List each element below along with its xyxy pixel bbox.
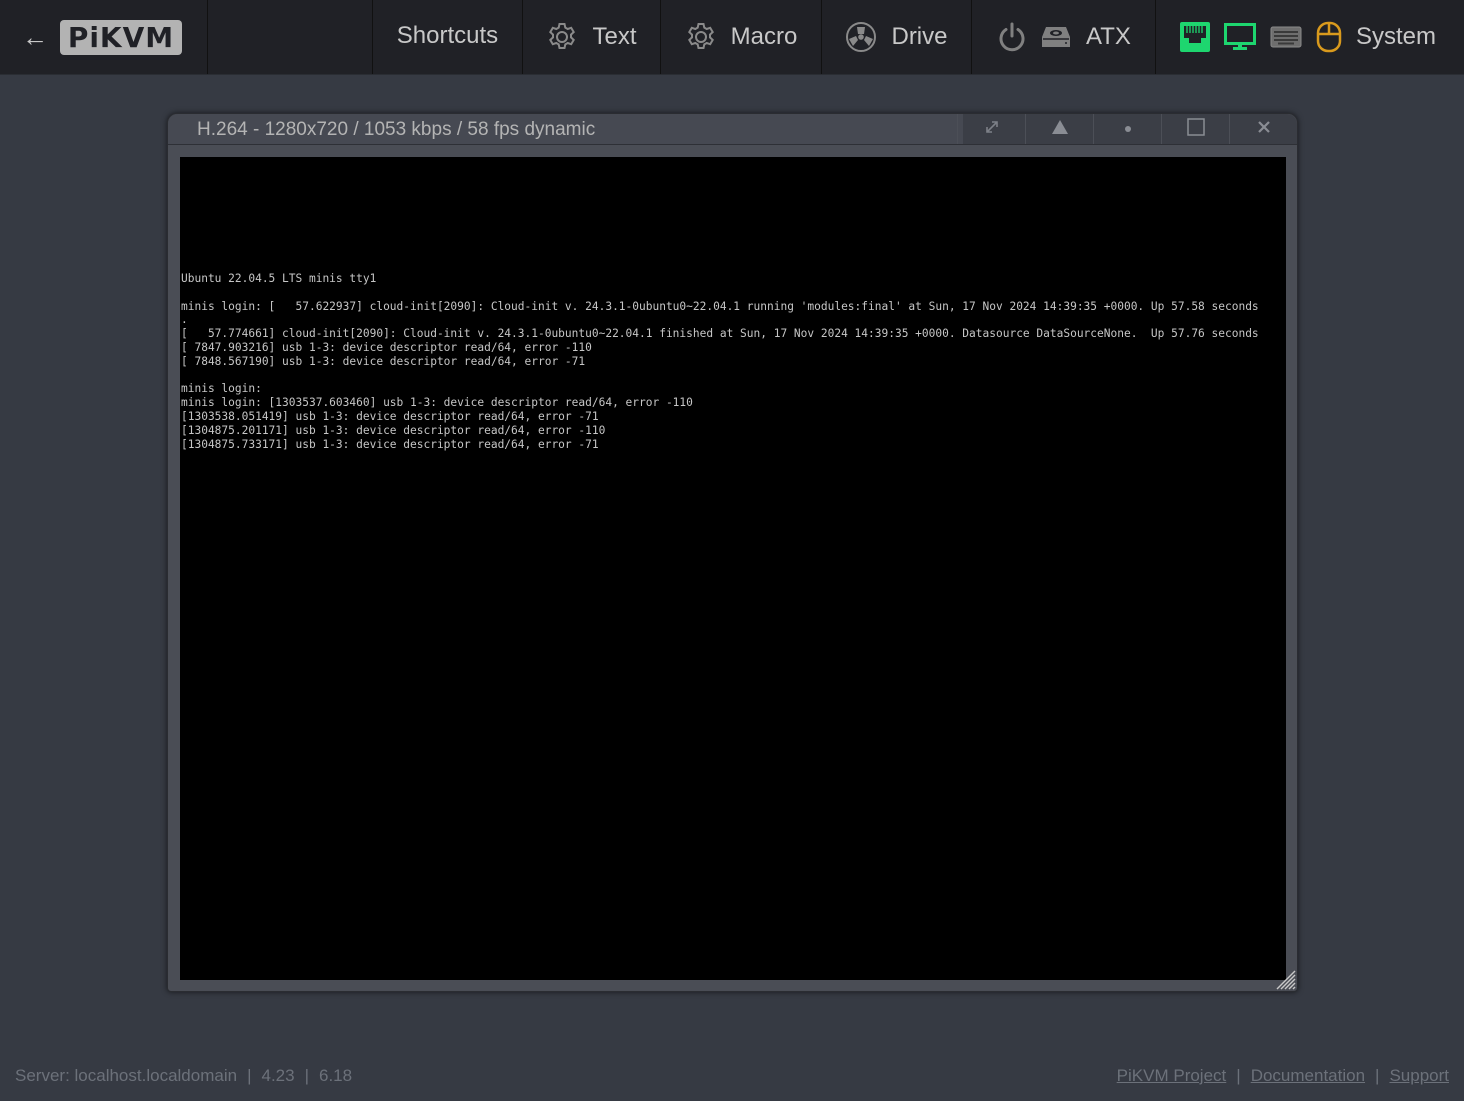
dot-icon <box>1124 120 1132 138</box>
nav-text[interactable]: Text <box>523 0 661 74</box>
drive-icon <box>845 21 877 53</box>
footer-server-info: Server: localhost.localdomain | 4.23 | 6.18 <box>15 1066 352 1086</box>
server-name: Server: localhost.localdomain <box>15 1066 238 1085</box>
console-line: [1304875.201171] usb 1-3: device descrip… <box>181 423 606 437</box>
nav-drive[interactable]: Drive <box>822 0 972 74</box>
resize-handle[interactable] <box>1274 968 1296 990</box>
logo-text: PiKVM <box>67 20 175 54</box>
keyboard-icon <box>1270 26 1302 48</box>
full-tab-button[interactable] <box>957 114 1025 144</box>
logo-area[interactable]: ← PiKVM <box>0 0 208 74</box>
version-kvmd: 4.23 <box>261 1066 295 1085</box>
nav-atx-label: ATX <box>1086 23 1131 50</box>
console-line: [ 57.774661] cloud-init[2090]: Cloud-ini… <box>181 327 1259 341</box>
triangle-icon <box>1051 119 1069 140</box>
nav-macro-label: Macro <box>730 23 798 50</box>
console-line: [ 7847.903216] usb 1-3: device descripto… <box>181 340 592 354</box>
nav-system[interactable]: System <box>1156 0 1464 74</box>
nav-text-label: Text <box>592 23 637 50</box>
console-line: Ubuntu 22.04.5 LTS minis tty1 <box>181 272 377 285</box>
console-line: [1304875.733171] usb 1-3: device descrip… <box>181 437 599 451</box>
close-icon <box>1257 120 1270 138</box>
version-streamer: 6.18 <box>319 1066 353 1085</box>
nav-shortcuts[interactable]: Shortcuts <box>373 0 523 74</box>
screenshot-button[interactable] <box>1093 114 1161 144</box>
console-output: Ubuntu 22.04.5 LTS minis tty1 minis logi… <box>181 272 1259 451</box>
maximize-button[interactable] <box>1161 114 1229 144</box>
console-line: . <box>181 313 188 327</box>
separator: | <box>1375 1066 1380 1085</box>
pikvm-project-link[interactable]: PiKVM Project <box>1117 1066 1227 1085</box>
top-navbar: ← PiKVM Shortcuts Text Macro Drive ATX S… <box>0 0 1464 75</box>
nav-atx[interactable]: ATX <box>972 0 1156 74</box>
expand-icon <box>985 120 999 139</box>
footer-links: PiKVM Project | Documentation | Support <box>1117 1066 1449 1086</box>
network-icon <box>1180 22 1210 52</box>
console-line: minis login: [ 57.622937] cloud-init[209… <box>181 299 1259 313</box>
nav-drive-label: Drive <box>891 23 948 50</box>
separator: | <box>304 1066 309 1085</box>
console-line: [1303538.051419] usb 1-3: device descrip… <box>181 409 599 423</box>
nav-macro[interactable]: Macro <box>661 0 822 74</box>
separator: | <box>247 1066 252 1085</box>
window-buttons <box>957 114 1297 144</box>
stream-window-header[interactable]: H.264 - 1280x720 / 1053 kbps / 58 fps dy… <box>168 114 1297 145</box>
nav-shortcuts-label: Shortcuts <box>396 22 499 49</box>
back-arrow-icon[interactable]: ← <box>22 24 48 50</box>
monitor-icon <box>1224 23 1256 51</box>
support-link[interactable]: Support <box>1389 1066 1449 1085</box>
console-line: minis login: [1303537.603460] usb 1-3: d… <box>181 396 693 410</box>
close-button[interactable] <box>1229 114 1297 144</box>
separator: | <box>1236 1066 1241 1085</box>
nav-system-label: System <box>1356 23 1437 50</box>
stream-window: H.264 - 1280x720 / 1053 kbps / 58 fps dy… <box>167 113 1298 992</box>
mouse-icon <box>1316 21 1342 53</box>
gear-icon <box>546 21 578 53</box>
gear-icon <box>685 21 717 53</box>
pikvm-logo[interactable]: PiKVM <box>60 19 182 55</box>
console-line: minis login: <box>181 382 262 396</box>
power-icon <box>996 21 1028 53</box>
remote-screen[interactable]: Ubuntu 22.04.5 LTS minis tty1 minis logi… <box>180 157 1286 980</box>
nav-spacer <box>208 0 373 74</box>
server-case-icon <box>1040 25 1072 49</box>
collapse-button[interactable] <box>1025 114 1093 144</box>
documentation-link[interactable]: Documentation <box>1251 1066 1365 1085</box>
stream-info-title: H.264 - 1280x720 / 1053 kbps / 58 fps dy… <box>197 119 596 140</box>
square-icon <box>1186 117 1205 141</box>
console-line: [ 7848.567190] usb 1-3: device descripto… <box>181 354 586 368</box>
